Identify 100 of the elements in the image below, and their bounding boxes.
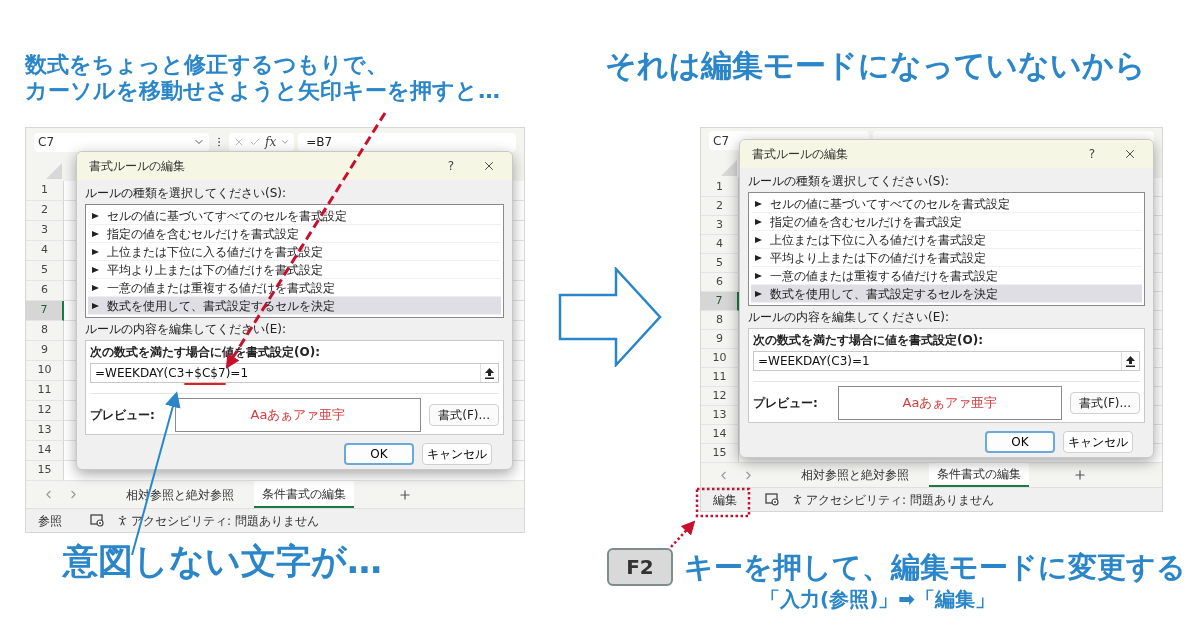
- subcaption: 「入力(参照)」➡「編集」: [760, 586, 997, 612]
- row-header[interactable]: 15: [701, 444, 739, 463]
- row-header[interactable]: 8: [701, 311, 739, 330]
- rule-type-item[interactable]: セルの値に基づいてすべてのセルを書式設定: [88, 207, 501, 225]
- row-header[interactable]: 2: [26, 201, 64, 221]
- formula-input[interactable]: =WEEKDAY(C3+$C$7)=1: [90, 363, 499, 383]
- row-header[interactable]: 6: [26, 281, 64, 301]
- collapse-icon: [485, 367, 494, 379]
- heading-line: カーソルを移動せさようと矢印キーを押すと…: [25, 78, 501, 104]
- rule-type-item[interactable]: 平均より上または下の値だけを書式設定: [751, 249, 1142, 267]
- mode-indicator: 編集: [713, 491, 738, 509]
- row-header[interactable]: 12: [26, 401, 64, 421]
- bullet-icon: [755, 200, 762, 207]
- preview-text: Aaあぁアァ亜宇: [902, 396, 998, 410]
- bullet-icon: [755, 236, 762, 243]
- preview-label: プレビュー:: [753, 396, 818, 410]
- highlight-frame: [695, 487, 751, 518]
- row-header[interactable]: 3: [26, 221, 64, 241]
- row-header[interactable]: 1: [26, 181, 64, 201]
- dialog-title: 書式ルールの編集: [752, 146, 848, 163]
- cancel-icon[interactable]: [233, 136, 245, 148]
- format-button[interactable]: 書式(F)...: [429, 404, 499, 426]
- row-header[interactable]: 10: [26, 361, 64, 381]
- ok-button[interactable]: OK: [985, 431, 1055, 453]
- display-settings-icon[interactable]: [90, 514, 104, 527]
- accessibility-status[interactable]: アクセシビリティ: 問題ありません: [806, 490, 994, 509]
- row-header[interactable]: 1: [701, 178, 739, 197]
- bullet-icon: [92, 248, 99, 255]
- cancel-button[interactable]: キャンセル: [1063, 431, 1133, 453]
- close-icon[interactable]: [1123, 147, 1137, 161]
- rule-type-item[interactable]: 数式を使用して、書式設定するセルを決定: [751, 285, 1142, 303]
- preview-label: プレビュー:: [90, 408, 155, 422]
- row-header[interactable]: 12: [701, 387, 739, 406]
- bullet-icon: [755, 290, 762, 297]
- bullet-icon: [755, 254, 762, 261]
- row-header[interactable]: 15: [26, 461, 64, 481]
- sheet-tab[interactable]: 相対参照と絶対参照: [793, 463, 917, 487]
- dialog-title: 書式ルールの編集: [89, 158, 185, 175]
- right-arrow-icon: [558, 267, 662, 367]
- row-header[interactable]: 4: [26, 241, 64, 261]
- caption: 意図しない文字が…: [63, 540, 383, 583]
- row-header[interactable]: 9: [26, 341, 64, 361]
- rule-edit-label: ルールの内容を編集してください(E):: [748, 310, 950, 324]
- check-icon[interactable]: [249, 136, 261, 148]
- sheet-tab[interactable]: 条件書式の編集: [929, 463, 1029, 487]
- row-header[interactable]: 4: [701, 235, 739, 254]
- row-header[interactable]: 7: [26, 301, 64, 321]
- row-header[interactable]: 7: [701, 292, 739, 311]
- bullet-icon: [92, 284, 99, 291]
- row-header[interactable]: 10: [701, 349, 739, 368]
- help-button[interactable]: ?: [1080, 145, 1103, 163]
- row-header[interactable]: 13: [701, 406, 739, 425]
- caption: キーを押して、編集モードに変更する: [684, 549, 1186, 585]
- sheet-tab[interactable]: 条件書式の編集: [254, 481, 354, 508]
- add-sheet-icon[interactable]: [1073, 468, 1087, 482]
- formula-text: =WEEKDAY(C3+$C$7)=1: [95, 366, 248, 380]
- rule-type-item[interactable]: 上位または下位に入る値だけを書式設定: [751, 231, 1142, 249]
- row-header[interactable]: 14: [701, 425, 739, 444]
- row-header[interactable]: 9: [701, 330, 739, 349]
- format-button[interactable]: 書式(F)...: [1070, 392, 1140, 414]
- help-button[interactable]: ?: [439, 157, 462, 175]
- row-header[interactable]: 6: [701, 273, 739, 292]
- dropdown-icon[interactable]: [280, 137, 291, 147]
- bullet-icon: [755, 218, 762, 225]
- keyboard-key: F2: [607, 548, 673, 586]
- accessibility-icon[interactable]: [791, 493, 804, 506]
- row-header[interactable]: 13: [26, 421, 64, 441]
- ok-button[interactable]: OK: [344, 443, 414, 465]
- rule-type-item[interactable]: 数式を使用して、書式設定するセルを決定: [88, 297, 501, 315]
- accessibility-icon[interactable]: [116, 514, 129, 527]
- formula-input[interactable]: =WEEKDAY(C3)=1: [753, 351, 1140, 371]
- formula-text: =WEEKDAY(C3)=1: [758, 354, 870, 368]
- row-header[interactable]: 3: [701, 216, 739, 235]
- row-header[interactable]: 11: [26, 381, 64, 401]
- heading: それは編集モードになっていないから: [605, 47, 1146, 83]
- row-header[interactable]: 5: [26, 261, 64, 281]
- display-settings-icon[interactable]: [765, 493, 779, 506]
- heading-line: 数式をちょっと修正するつもりで、: [25, 52, 389, 78]
- collapse-icon: [1126, 355, 1135, 367]
- formula-field[interactable]: =B7: [298, 132, 516, 152]
- mode-indicator: 参照: [38, 512, 63, 530]
- rule-type-item[interactable]: セルの値に基づいてすべてのセルを書式設定: [751, 195, 1142, 213]
- rule-type-item[interactable]: 上位または下位に入る値だけを書式設定: [88, 243, 501, 261]
- row-header[interactable]: 8: [26, 321, 64, 341]
- row-header[interactable]: 2: [701, 197, 739, 216]
- dotted-arrow: [670, 520, 696, 548]
- function-button[interactable]: fx: [265, 133, 277, 151]
- name-box[interactable]: C7: [34, 132, 209, 152]
- condition-label: 次の数式を満たす場合に値を書式設定(O):: [753, 333, 984, 347]
- bullet-icon: [92, 230, 99, 237]
- rule-type-item[interactable]: 指定の値を含むセルだけを書式設定: [88, 225, 501, 243]
- close-icon[interactable]: [482, 159, 496, 173]
- add-sheet-icon[interactable]: [398, 487, 412, 502]
- row-header[interactable]: 14: [26, 441, 64, 461]
- rule-type-item[interactable]: 指定の値を含むセルだけを書式設定: [751, 213, 1142, 231]
- row-header[interactable]: 11: [701, 368, 739, 387]
- rule-type-item[interactable]: 一意の値または重複する値だけを書式設定: [751, 267, 1142, 285]
- row-header[interactable]: 5: [701, 254, 739, 273]
- bullet-icon: [92, 302, 99, 309]
- cancel-button[interactable]: キャンセル: [422, 443, 492, 465]
